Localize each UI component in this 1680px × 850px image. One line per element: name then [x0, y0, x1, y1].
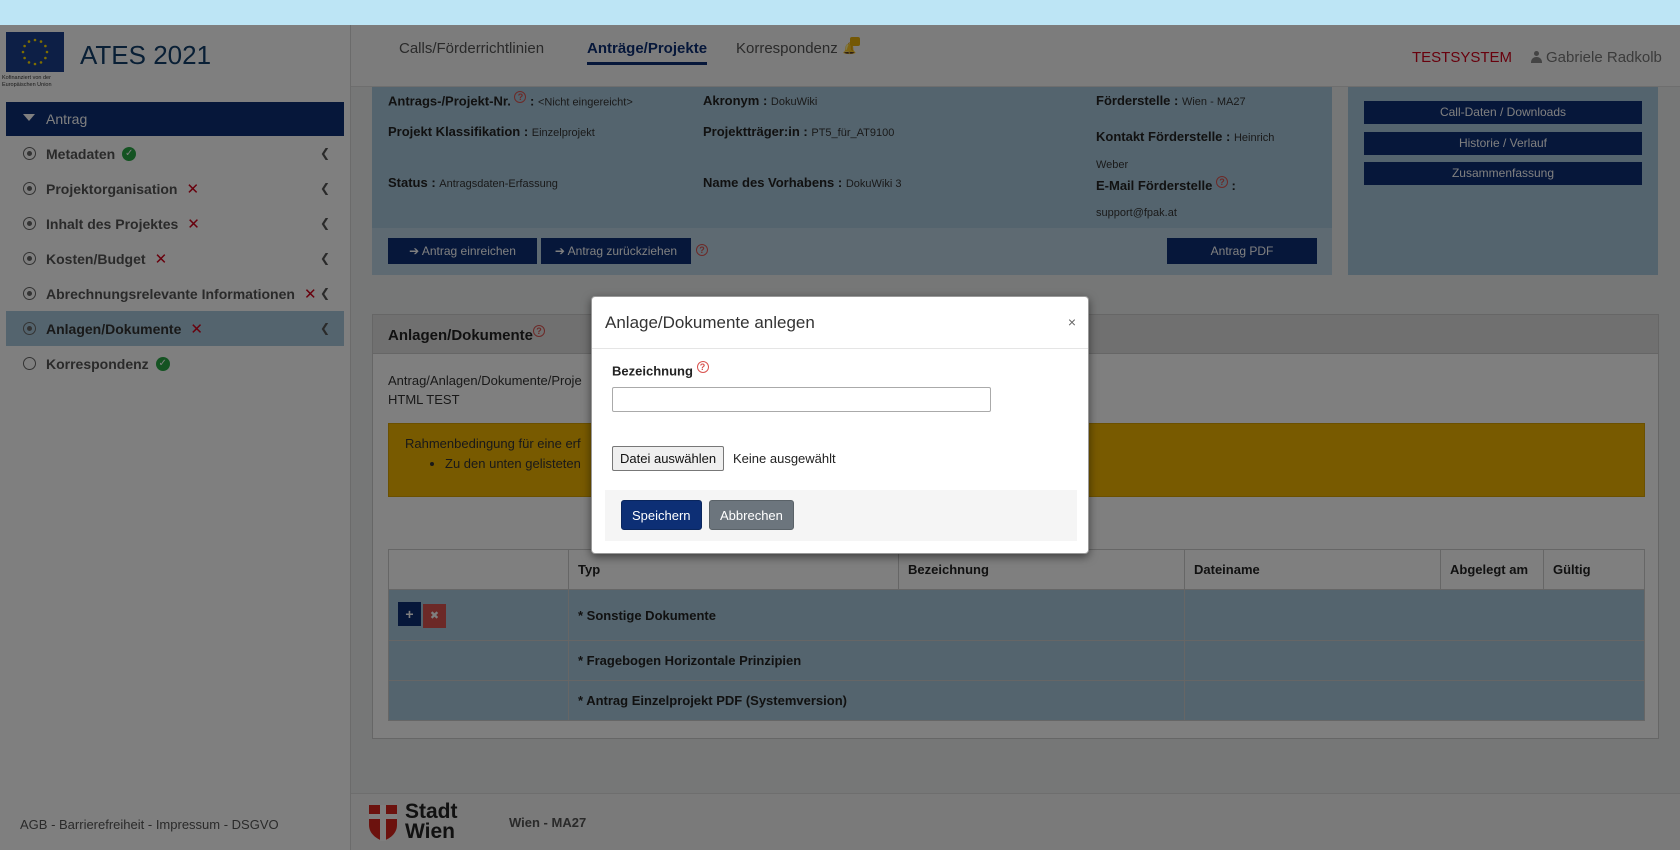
- browser-bar: [0, 0, 1680, 25]
- bezeichnung-label: Bezeichnung ?: [612, 361, 709, 378]
- cancel-button[interactable]: Abbrechen: [709, 500, 794, 530]
- choose-file-button[interactable]: Datei auswählen: [612, 446, 725, 471]
- close-icon[interactable]: ×: [1068, 314, 1076, 330]
- modal-header: Anlage/Dokumente anlegen ×: [592, 297, 1088, 349]
- modal-title: Anlage/Dokumente anlegen: [605, 313, 815, 332]
- bezeichnung-label-text: Bezeichnung: [612, 363, 693, 379]
- bezeichnung-input[interactable]: [612, 387, 991, 412]
- modal-footer: Speichern Abbrechen: [605, 490, 1077, 541]
- add-document-modal: Anlage/Dokumente anlegen × Bezeichnung ?…: [591, 296, 1089, 554]
- save-button[interactable]: Speichern: [621, 500, 702, 530]
- help-icon[interactable]: ?: [696, 361, 709, 373]
- file-status: Keine ausgewählt: [733, 451, 836, 466]
